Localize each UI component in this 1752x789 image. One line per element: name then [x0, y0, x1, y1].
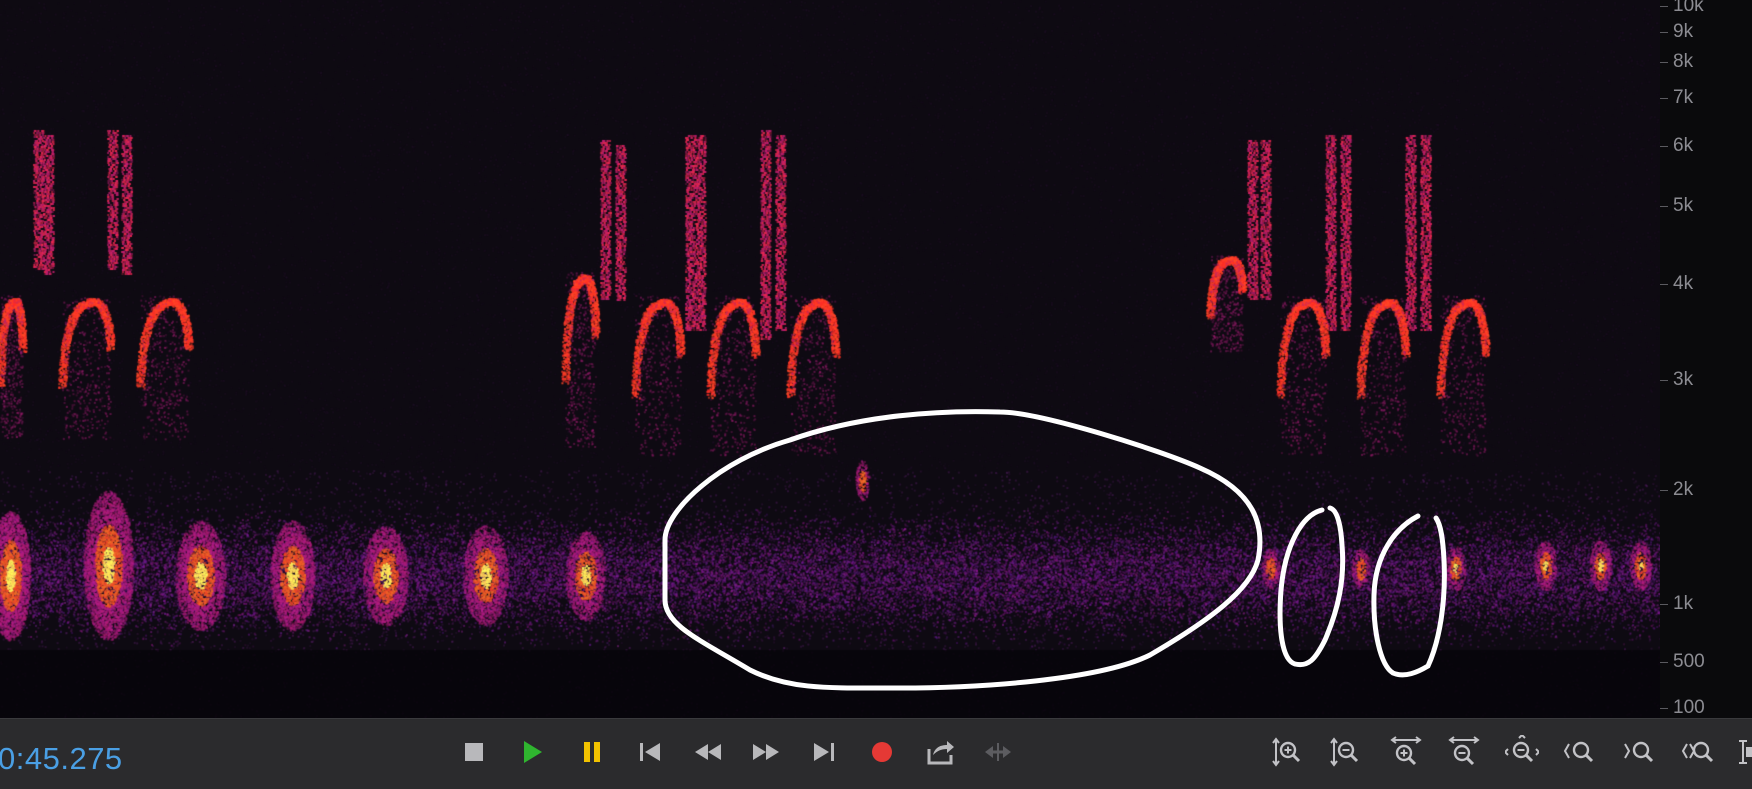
timecode-display: 0:45.275: [0, 741, 123, 776]
axis-tick-label: 3k: [1673, 369, 1694, 390]
zoom-full-icon: [1505, 735, 1539, 769]
play-button[interactable]: [514, 734, 550, 770]
axis-tick-label: 100: [1673, 697, 1705, 718]
zoom-selection-out-icon: [1623, 735, 1657, 769]
axis-tick-label: 7k: [1673, 87, 1694, 108]
axis-tick: [1660, 604, 1668, 605]
axis-tick-label: 5k: [1673, 195, 1694, 216]
spectrogram-display[interactable]: [0, 0, 1660, 718]
zoom-to-selection-end-button[interactable]: [1622, 734, 1658, 770]
spectral-selection-button[interactable]: [1736, 734, 1752, 770]
fast-forward-icon: [749, 735, 783, 769]
axis-tick-label: 4k: [1673, 273, 1694, 294]
zoom-to-selection-button[interactable]: [1680, 734, 1716, 770]
frequency-axis: 10k 9k 8k 7k 6k 5k 4k 3k 2k 1k 500 100: [1660, 0, 1752, 718]
axis-tick-label: 9k: [1673, 21, 1694, 42]
zoom-out-time-button[interactable]: [1446, 734, 1482, 770]
skip-to-end-button[interactable]: [806, 734, 842, 770]
zoom-selection-in-icon: [1563, 735, 1597, 769]
fast-forward-button[interactable]: [748, 734, 784, 770]
axis-tick-label: 2k: [1673, 479, 1694, 500]
axis-tick-label: 1k: [1673, 593, 1694, 614]
record-button[interactable]: [864, 734, 900, 770]
stop-icon: [457, 735, 491, 769]
axis-tick: [1660, 146, 1668, 147]
zoom-selection-icon: [1681, 735, 1715, 769]
zoom-to-selection-start-button[interactable]: [1562, 734, 1598, 770]
transport-toolbar: 0:45.275: [0, 718, 1752, 789]
axis-tick: [1660, 98, 1668, 99]
zoom-out-full-button[interactable]: [1504, 734, 1540, 770]
axis-tick-label: 10k: [1673, 0, 1704, 16]
axis-tick: [1660, 490, 1668, 491]
stop-button[interactable]: [456, 734, 492, 770]
axis-tick: [1660, 6, 1668, 7]
zoom-out-amplitude-button[interactable]: [1328, 734, 1364, 770]
spectral-select-icon: [1737, 735, 1752, 769]
rewind-icon: [691, 735, 725, 769]
pause-button[interactable]: [574, 734, 610, 770]
rewind-button[interactable]: [690, 734, 726, 770]
axis-tick-label: 8k: [1673, 51, 1694, 72]
zoom-in-time-button[interactable]: [1388, 734, 1424, 770]
axis-tick: [1660, 32, 1668, 33]
loop-icon: [981, 735, 1015, 769]
zoom-out-vertical-icon: [1329, 735, 1363, 769]
export-button[interactable]: [922, 734, 958, 770]
zoom-in-vertical-icon: [1271, 735, 1305, 769]
skip-start-icon: [633, 735, 667, 769]
loop-button: [980, 734, 1016, 770]
axis-tick: [1660, 662, 1668, 663]
axis-tick: [1660, 284, 1668, 285]
skip-to-start-button[interactable]: [632, 734, 668, 770]
axis-tick: [1660, 62, 1668, 63]
zoom-in-horizontal-icon: [1389, 735, 1423, 769]
export-icon: [923, 735, 957, 769]
axis-tick-label: 500: [1673, 651, 1705, 672]
axis-tick: [1660, 206, 1668, 207]
skip-end-icon: [807, 735, 841, 769]
zoom-out-horizontal-icon: [1447, 735, 1481, 769]
record-icon: [865, 735, 899, 769]
pause-icon: [575, 735, 609, 769]
zoom-in-amplitude-button[interactable]: [1270, 734, 1306, 770]
axis-tick: [1660, 708, 1668, 709]
axis-tick-label: 6k: [1673, 135, 1694, 156]
play-icon: [515, 735, 549, 769]
axis-tick: [1660, 380, 1668, 381]
